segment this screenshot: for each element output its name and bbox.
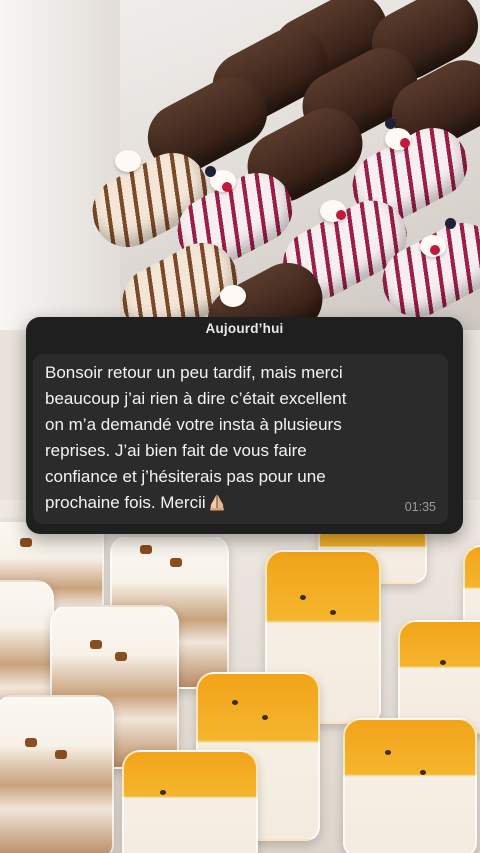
passion-seed: [440, 660, 446, 665]
passion-seed: [300, 595, 306, 600]
cream-dollop: [115, 150, 141, 172]
blueberry: [445, 218, 456, 229]
raspberry: [336, 210, 346, 220]
crumble-verrine: [0, 695, 114, 853]
passion-seed: [385, 750, 391, 755]
date-label: Aujourd’hui: [205, 321, 284, 336]
caramel-nut: [140, 545, 152, 554]
praying-hands-icon: [208, 493, 226, 511]
passion-seed: [330, 610, 336, 615]
raspberry: [400, 138, 410, 148]
caramel-nut: [55, 750, 67, 759]
caramel-nut: [20, 538, 32, 547]
raspberry: [222, 182, 232, 192]
caramel-nut: [170, 558, 182, 567]
message-time: 01:35: [404, 500, 436, 514]
message-bubble: Bonsoir retour un peu tardif, mais merci…: [33, 354, 448, 524]
raspberry: [430, 245, 440, 255]
blueberry: [205, 166, 216, 177]
caramel-nut: [90, 640, 102, 649]
passion-seed: [232, 700, 238, 705]
caramel-nut: [115, 652, 127, 661]
passion-seed: [160, 790, 166, 795]
message-text: Bonsoir retour un peu tardif, mais merci…: [45, 360, 420, 516]
box-side: [0, 0, 120, 330]
mango-verrine: [398, 620, 480, 734]
pastry-box: [0, 0, 480, 370]
chat-screenshot-overlay: Aujourd’hui Bonsoir retour un peu tardif…: [26, 317, 463, 534]
mango-verrine: [122, 750, 258, 853]
mango-verrine: [343, 718, 477, 853]
passion-seed: [262, 715, 268, 720]
cream-dollop: [220, 285, 246, 307]
passion-seed: [420, 770, 426, 775]
dessert-tray: [0, 500, 480, 853]
blueberry: [385, 118, 396, 129]
message-body: Bonsoir retour un peu tardif, mais merci…: [45, 363, 347, 512]
caramel-nut: [25, 738, 37, 747]
